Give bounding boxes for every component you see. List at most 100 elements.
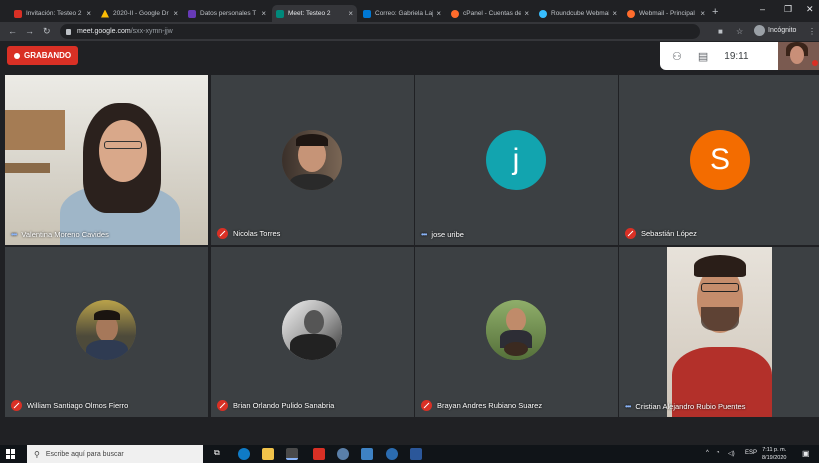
- taskbar-search[interactable]: ⚲ Escribe aquí para buscar: [27, 445, 203, 463]
- acrobat-icon[interactable]: [313, 448, 325, 460]
- recording-dot-icon: [14, 52, 20, 59]
- participant-tile-william[interactable]: William Santiago Olmos Fierro: [5, 247, 208, 417]
- participant-tile-valentina[interactable]: ••• Valentina Moreno Cavides: [5, 75, 208, 245]
- url-path: /sxx-xymn-jjw: [130, 28, 173, 35]
- participant-label: Brayan Andres Rubiano Suarez: [421, 400, 542, 411]
- camera-indicator-icon[interactable]: ■: [718, 27, 723, 36]
- chrome-icon[interactable]: [286, 448, 298, 460]
- close-tab-icon[interactable]: ×: [524, 9, 529, 18]
- photos-icon[interactable]: [361, 448, 373, 460]
- reload-icon[interactable]: ↻: [43, 26, 51, 37]
- avatar: [282, 130, 342, 190]
- chat-icon[interactable]: ▤: [698, 50, 708, 63]
- close-tab-icon[interactable]: ×: [700, 9, 705, 18]
- task-view-icon[interactable]: ⧉: [214, 448, 226, 460]
- participant-tile-brayan[interactable]: Brayan Andres Rubiano Suarez: [415, 247, 618, 417]
- recording-label: GRABANDO: [24, 51, 72, 60]
- close-window-icon[interactable]: ✕: [806, 4, 814, 15]
- minimize-icon[interactable]: –: [760, 4, 765, 14]
- edge-icon[interactable]: [238, 448, 250, 460]
- glasses: [104, 141, 142, 149]
- incognito-icon: [754, 25, 765, 36]
- network-icon[interactable]: ◔: [716, 450, 720, 456]
- taskbar-clock[interactable]: 7:11 p. m. 8/19/2020: [762, 446, 786, 462]
- restore-icon[interactable]: ❐: [784, 4, 792, 15]
- self-view-thumbnail[interactable]: [778, 42, 819, 70]
- menu-dots-icon[interactable]: ⋮: [808, 27, 816, 36]
- tab-invitation[interactable]: Invitación: Testeo 2 ×: [10, 5, 95, 22]
- participant-label: William Santiago Olmos Fierro: [11, 400, 128, 411]
- meeting-info-box: ⚇ ▤ 19:11: [660, 42, 778, 70]
- shelf: [5, 110, 65, 150]
- word-icon[interactable]: [410, 448, 422, 460]
- close-tab-icon[interactable]: ×: [436, 9, 441, 18]
- screen: Invitación: Testeo 2 × 2020-II - Google …: [0, 0, 819, 463]
- tab-cpanel[interactable]: cPanel - Cuentas de ×: [447, 5, 533, 22]
- participant-tile-cristian[interactable]: ••• Cristian Alejandro Rubio Puentes: [619, 247, 819, 417]
- meeting-clock: 19:11: [724, 50, 749, 62]
- person-hair: [694, 255, 746, 277]
- mic-off-icon: [421, 400, 432, 411]
- close-tab-icon[interactable]: ×: [173, 9, 178, 18]
- tab-meet[interactable]: Meet: Testeo 2 ×: [272, 5, 357, 22]
- lock-icon: [66, 28, 71, 35]
- tab-roundcube[interactable]: Roundcube Webmai ×: [535, 5, 621, 22]
- back-icon[interactable]: ←: [8, 26, 17, 36]
- avatar: S: [690, 130, 750, 190]
- participant-tile-jose[interactable]: j ••• jose uribe: [415, 75, 618, 245]
- forward-icon[interactable]: →: [25, 26, 34, 36]
- file-explorer-icon[interactable]: [262, 448, 274, 460]
- speaking-icon: •••: [11, 230, 17, 239]
- tab-strip: Invitación: Testeo 2 × 2020-II - Google …: [0, 0, 819, 22]
- tab-drive[interactable]: 2020-II - Google Dr ×: [97, 5, 182, 22]
- gmail-icon: [14, 9, 22, 18]
- avatar: [282, 300, 342, 360]
- close-tab-icon[interactable]: ×: [612, 9, 617, 18]
- participant-video: [667, 247, 772, 417]
- url-domain: meet.google.com: [77, 28, 131, 35]
- close-tab-icon[interactable]: ×: [261, 9, 266, 18]
- participant-label: ••• jose uribe: [421, 230, 464, 239]
- notification-dot-icon: [812, 60, 818, 66]
- incognito-label: Incógnito: [768, 27, 797, 34]
- forms-icon: [188, 9, 196, 18]
- participant-tile-sebastian[interactable]: S Sebastián López: [619, 75, 819, 245]
- avatar: [486, 300, 546, 360]
- people-icon[interactable]: ⚇: [672, 50, 682, 63]
- app-icon[interactable]: [386, 448, 398, 460]
- participant-tile-brian[interactable]: Brian Orlando Pulido Sanabria: [211, 247, 414, 417]
- meet-icon: [276, 9, 284, 18]
- app-icon[interactable]: [337, 448, 349, 460]
- mic-off-icon: [217, 228, 228, 239]
- browser-toolbar: ← → ↻ meet.google.com /sxx-xymn-jjw ■ ☆ …: [0, 22, 819, 41]
- language-indicator[interactable]: ESP: [745, 450, 757, 456]
- windows-start-icon[interactable]: [6, 449, 16, 459]
- participant-tile-nicolas[interactable]: Nicolas Torres: [211, 75, 414, 245]
- address-bar[interactable]: meet.google.com /sxx-xymn-jjw: [60, 24, 700, 39]
- close-tab-icon[interactable]: ×: [86, 9, 91, 18]
- speaking-icon: •••: [625, 402, 631, 411]
- windows-taskbar: ⚲ Escribe aquí para buscar ⧉ ^ ◔ ◁) ESP …: [0, 445, 819, 463]
- notifications-icon[interactable]: ▣: [802, 449, 810, 458]
- mic-off-icon: [11, 400, 22, 411]
- drive-icon: [101, 9, 109, 18]
- person-face: [99, 120, 147, 182]
- self-face: [790, 46, 804, 64]
- tab-webmail[interactable]: Webmail - Principal ×: [623, 5, 709, 22]
- glasses: [701, 283, 739, 292]
- avatar: [76, 300, 136, 360]
- incognito-badge[interactable]: Incógnito: [754, 25, 796, 36]
- participant-label: ••• Cristian Alejandro Rubio Puentes: [625, 402, 746, 411]
- close-tab-icon[interactable]: ×: [348, 9, 353, 18]
- new-tab-icon[interactable]: +: [712, 6, 718, 18]
- star-icon[interactable]: ☆: [736, 27, 743, 36]
- volume-icon[interactable]: ◁): [728, 450, 735, 457]
- participant-label: Sebastián López: [625, 228, 697, 239]
- tab-outlook[interactable]: Correo: Gabriela Laj ×: [359, 5, 445, 22]
- participant-label: ••• Valentina Moreno Cavides: [11, 230, 109, 239]
- outlook-icon: [363, 9, 371, 18]
- tray-chevron-icon[interactable]: ^: [706, 450, 709, 456]
- participant-label: Brian Orlando Pulido Sanabria: [217, 400, 334, 411]
- beard: [701, 307, 739, 331]
- tab-forms[interactable]: Datos personales T ×: [184, 5, 270, 22]
